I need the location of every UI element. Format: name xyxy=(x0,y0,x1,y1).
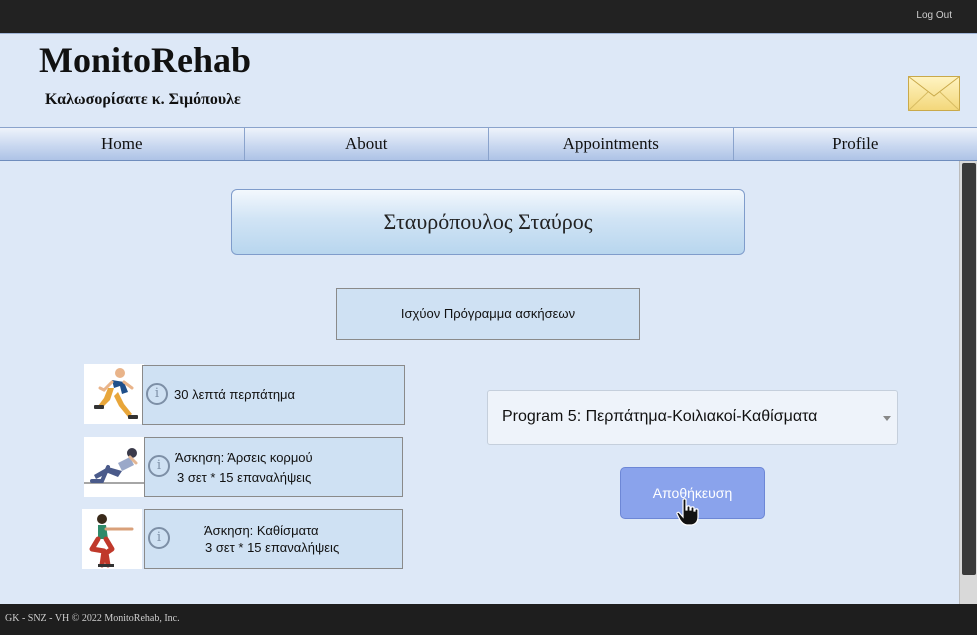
scrollbar-thumb[interactable] xyxy=(962,163,976,575)
patient-name-banner: Σταυρόπουλος Σταύρος xyxy=(231,189,745,255)
running-person-icon xyxy=(94,368,138,419)
hand-pointer-icon xyxy=(676,498,699,526)
logout-link[interactable]: Log Out xyxy=(916,10,952,21)
exercise-image-situps xyxy=(84,437,144,497)
footer: GK - SNZ - VH © 2022 MonitoRehab, Inc. xyxy=(0,604,977,635)
top-bar: Log Out xyxy=(0,0,977,33)
exercise-line: 3 σετ * 15 επαναλήψεις xyxy=(177,470,312,485)
info-icon[interactable]: i xyxy=(148,455,170,477)
nav-profile[interactable]: Profile xyxy=(734,128,977,160)
nav-about[interactable]: About xyxy=(245,128,489,160)
exercise-card[interactable]: i Άσκηση: Άρσεις κορμού 3 σετ * 15 επανα… xyxy=(144,437,403,497)
situps-person-icon xyxy=(84,448,144,484)
nav-home[interactable]: Home xyxy=(0,128,245,160)
exercise-card[interactable]: i Άσκηση: Καθίσματα 3 σετ * 15 επαναλήψε… xyxy=(144,509,403,569)
squat-person-icon xyxy=(89,514,134,568)
nav-appointments[interactable]: Appointments xyxy=(489,128,734,160)
exercise-line: Άσκηση: Άρσεις κορμού xyxy=(175,450,313,465)
exercise-line: 30 λεπτά περπάτημα xyxy=(174,387,296,402)
main-nav: Home About Appointments Profile xyxy=(0,127,977,161)
header: MonitoRehab Καλωσορίσατε κ. Σιμόπουλε xyxy=(0,33,977,127)
welcome-message: Καλωσορίσατε κ. Σιμόπουλε xyxy=(45,91,241,108)
exercise-image-squats xyxy=(82,509,142,569)
chevron-down-icon xyxy=(883,416,891,421)
info-icon[interactable]: i xyxy=(146,383,168,405)
program-select-value: Program 5: Περπάτημα-Κοιλιακοί-Καθίσματα xyxy=(502,408,818,425)
current-program-label: Ισχύον Πρόγραμμα ασκήσεων xyxy=(336,288,640,340)
mail-icon[interactable] xyxy=(908,76,960,111)
program-select[interactable]: Program 5: Περπάτημα-Κοιλιακοί-Καθίσματα xyxy=(487,390,898,445)
brand-title[interactable]: MonitoRehab xyxy=(39,39,251,81)
exercise-line: 3 σετ * 15 επαναλήψεις xyxy=(205,540,340,555)
footer-copyright: GK - SNZ - VH © 2022 MonitoRehab, Inc. xyxy=(5,613,180,624)
exercise-image-walking xyxy=(84,364,144,424)
exercise-card[interactable]: i 30 λεπτά περπάτημα xyxy=(142,365,405,425)
vertical-scrollbar[interactable] xyxy=(959,161,977,604)
info-icon[interactable]: i xyxy=(148,527,170,549)
